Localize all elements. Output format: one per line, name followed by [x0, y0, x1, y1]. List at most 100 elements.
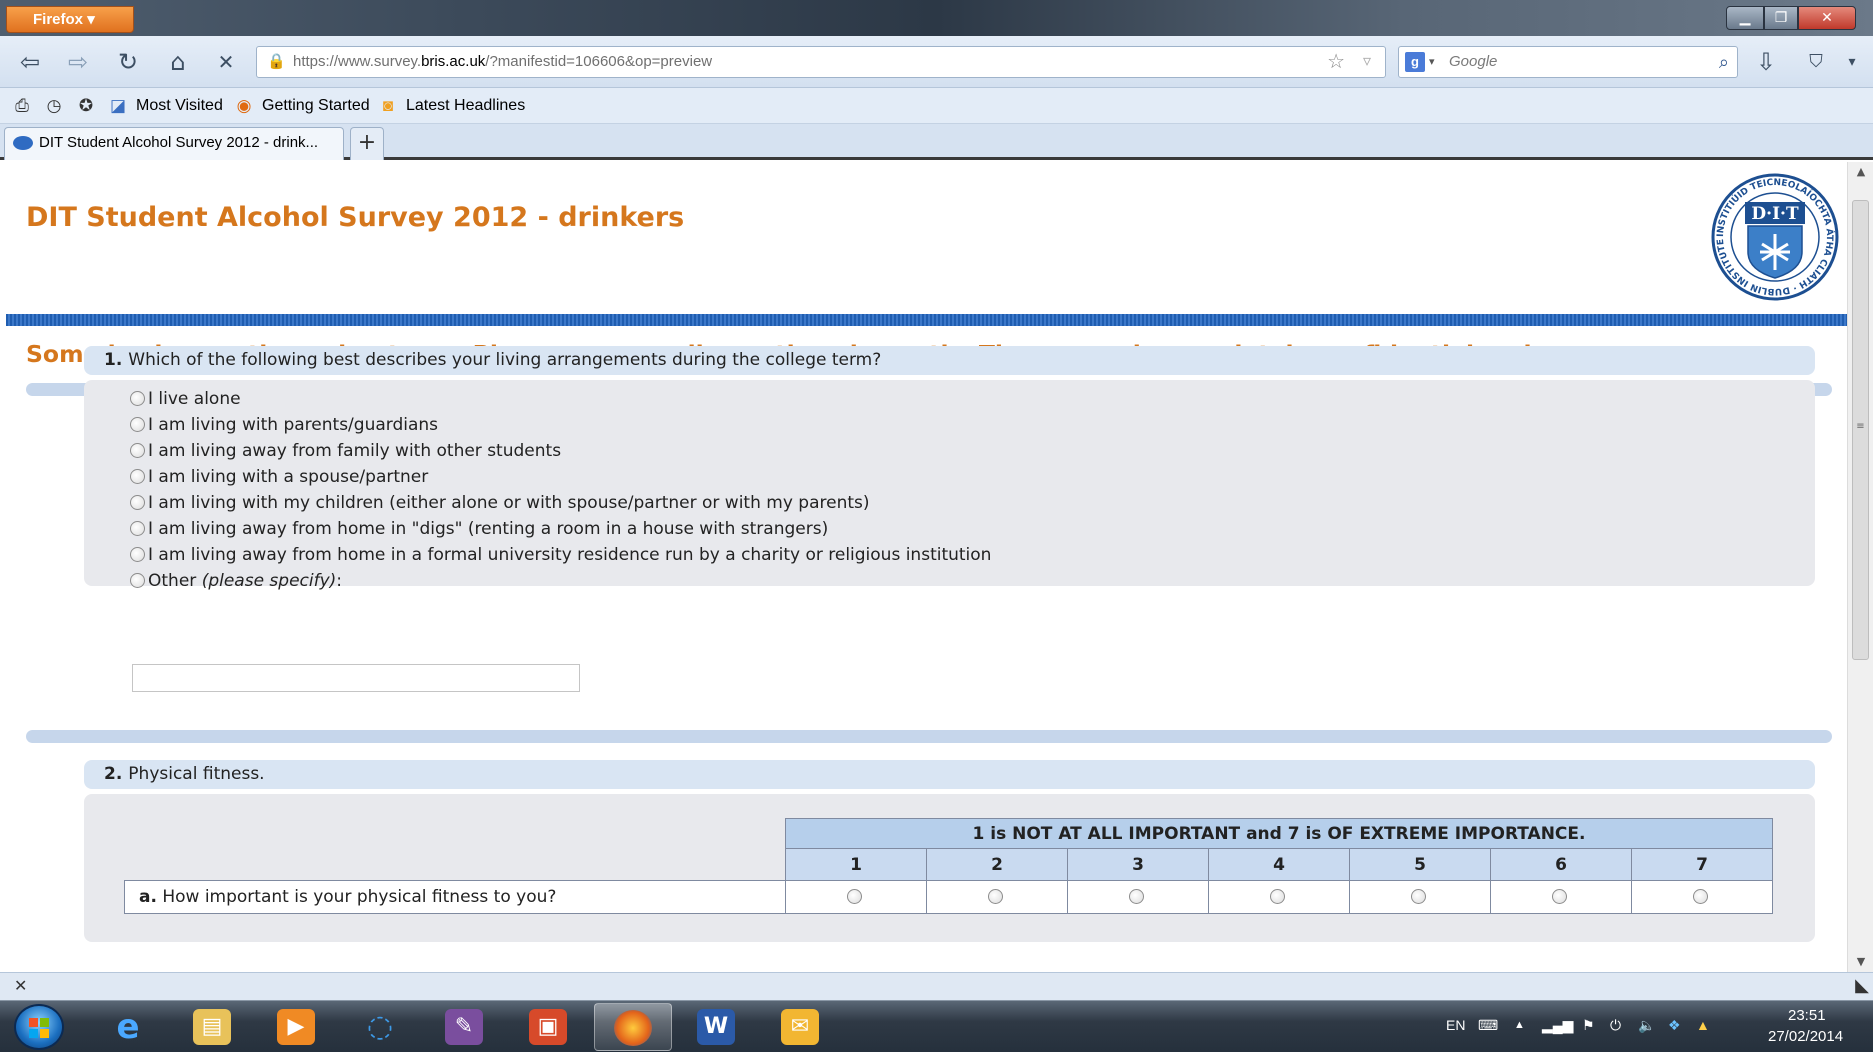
radio-button[interactable] [1552, 889, 1567, 904]
radio-button[interactable] [1129, 889, 1144, 904]
start-button[interactable] [14, 1004, 64, 1050]
question-2-header: 2. Physical fitness. [84, 760, 1815, 789]
radio-button[interactable] [130, 495, 145, 510]
search-magnifier-icon[interactable]: ⌕ [1719, 47, 1729, 77]
show-hidden-icons-icon[interactable]: ▲ [1514, 1019, 1525, 1031]
windows-taskbar: e ▤ ▶ ◌ ✎ ▣ W ✉ EN ⌨ ▲ ▂▄▆ ⚑ ⏻ 🔈 ❖ ▲ 23:… [0, 1000, 1873, 1052]
header-divider [6, 314, 1847, 326]
option-children[interactable]: I am living with my children (either alo… [130, 492, 870, 514]
question-1-number: 1. [104, 350, 123, 370]
matrix-cell-7[interactable] [1631, 880, 1773, 914]
scale-label-5: 5 [1349, 848, 1491, 881]
option-other[interactable]: Other (please specify): [130, 570, 342, 592]
close-icon[interactable]: ✕ [14, 976, 27, 995]
clock-time[interactable]: 23:51 [1788, 1007, 1826, 1024]
radio-button[interactable] [988, 889, 1003, 904]
volume-icon[interactable]: 🔈 [1638, 1017, 1655, 1034]
matrix-cell-2[interactable] [926, 880, 1068, 914]
option-parents[interactable]: I am living with parents/guardians [130, 414, 438, 436]
scroll-up-arrow-icon[interactable]: ▲ [1848, 162, 1873, 182]
firefox-menu-button[interactable]: Firefox ▾ [6, 6, 134, 33]
matrix-cell-1[interactable] [785, 880, 927, 914]
forward-button[interactable]: ⇨ [62, 46, 94, 78]
taskbar-outlook[interactable]: ✉ [762, 1003, 840, 1051]
bookmark-getting-started[interactable]: Getting Started [262, 96, 370, 116]
history-clock-icon[interactable]: ◷ [44, 96, 64, 116]
radio-button[interactable] [130, 469, 145, 484]
close-window-button[interactable]: ✕ [1798, 6, 1856, 30]
search-engine-dropdown-icon[interactable]: ▾ [1429, 47, 1435, 77]
maximize-button[interactable]: ❐ [1764, 6, 1798, 30]
radio-button[interactable] [1270, 889, 1285, 904]
matrix-cell-4[interactable] [1208, 880, 1350, 914]
downloads-button[interactable]: ⇩ [1750, 46, 1782, 78]
radio-button[interactable] [847, 889, 862, 904]
back-button[interactable]: ⇦ [14, 46, 46, 78]
matrix-spacer [125, 849, 786, 881]
bookmark-most-visited[interactable]: Most Visited [136, 96, 223, 116]
signal-bars-icon[interactable]: ▂▄▆ [1542, 1017, 1573, 1034]
taskbar-camtasia[interactable]: ▣ [510, 1003, 588, 1051]
matrix-cell-5[interactable] [1349, 880, 1491, 914]
other-specify-input[interactable] [132, 664, 580, 692]
radio-button[interactable] [130, 573, 145, 588]
bookmark-star-icon[interactable]: ☆ [1327, 47, 1345, 77]
print-icon[interactable]: ⎙ [12, 96, 32, 116]
taskbar-internet-explorer[interactable]: e [90, 1003, 168, 1051]
taskbar-paint[interactable]: ✎ [426, 1003, 504, 1051]
search-bar[interactable]: g ▾ Google ⌕ [1398, 46, 1738, 78]
new-tab-button[interactable]: + [350, 127, 384, 160]
action-center-flag-icon[interactable]: ⚑ [1582, 1017, 1595, 1034]
paint-icon: ✎ [445, 1009, 483, 1045]
stop-button[interactable]: ✕ [210, 46, 242, 78]
radio-button[interactable] [1411, 889, 1426, 904]
importance-matrix: 1 is NOT AT ALL IMPORTANT and 7 is OF EX… [124, 818, 1773, 914]
reload-button[interactable]: ↻ [112, 46, 144, 78]
windows-flag-icon [29, 1018, 49, 1038]
option-live-alone[interactable]: I live alone [130, 388, 241, 410]
power-plug-icon[interactable]: ⏻ [1610, 1017, 1621, 1034]
scroll-thumb[interactable]: ≡ [1852, 200, 1869, 660]
minimize-button[interactable]: ▁ [1726, 6, 1764, 30]
taskbar-sync[interactable]: ◌ [342, 1003, 420, 1051]
tab-survey[interactable]: DIT Student Alcohol Survey 2012 - drink.… [4, 127, 344, 160]
radio-button[interactable] [130, 391, 145, 406]
clock-date[interactable]: 27/02/2014 [1768, 1028, 1843, 1045]
radio-button[interactable] [130, 417, 145, 432]
url-bar[interactable]: 🔒 https://www.survey.bris.ac.uk/?manifes… [256, 46, 1386, 78]
matrix-cell-6[interactable] [1490, 880, 1632, 914]
radio-button[interactable] [1693, 889, 1708, 904]
vertical-scrollbar[interactable]: ▲ ≡ ▼ [1847, 162, 1873, 972]
media-player-icon: ▶ [277, 1009, 315, 1045]
google-g-icon[interactable]: g [1405, 52, 1425, 72]
dropbox-icon[interactable]: ❖ [1668, 1017, 1681, 1034]
resize-grip-icon[interactable]: ◣ [1855, 975, 1869, 996]
language-indicator[interactable]: EN [1446, 1017, 1465, 1033]
radio-button[interactable] [130, 521, 145, 536]
bookmark-latest-headlines[interactable]: Latest Headlines [406, 96, 525, 116]
option-other-students[interactable]: I am living away from family with other … [130, 440, 561, 462]
option-residence[interactable]: I am living away from home in a formal u… [130, 544, 991, 566]
pocket-icon: ⛉ [1809, 51, 1823, 72]
pocket-button[interactable]: ⛉ [1800, 46, 1832, 78]
question-2-number: 2. [104, 764, 123, 784]
radio-button[interactable] [130, 443, 145, 458]
bookmarks-star-icon[interactable]: ✪ [76, 96, 96, 116]
overflow-menu-button[interactable]: ▾ [1836, 46, 1868, 78]
keyboard-icon[interactable]: ⌨ [1478, 1017, 1498, 1034]
option-spouse[interactable]: I am living with a spouse/partner [130, 466, 428, 488]
option-label: I live alone [148, 389, 241, 409]
taskbar-file-explorer[interactable]: ▤ [174, 1003, 252, 1051]
option-digs[interactable]: I am living away from home in "digs" (re… [130, 518, 828, 540]
radio-button[interactable] [130, 547, 145, 562]
home-button[interactable]: ⌂ [162, 46, 194, 78]
taskbar-firefox[interactable] [594, 1003, 672, 1051]
taskbar-media-player[interactable]: ▶ [258, 1003, 336, 1051]
matrix-cell-3[interactable] [1067, 880, 1209, 914]
scroll-down-arrow-icon[interactable]: ▼ [1848, 952, 1873, 972]
reload-icon: ↻ [117, 48, 139, 76]
taskbar-word[interactable]: W [678, 1003, 756, 1051]
scale-label-4: 4 [1208, 848, 1350, 881]
pocket-icon[interactable]: ▿ [1363, 47, 1371, 77]
google-drive-icon[interactable]: ▲ [1696, 1017, 1710, 1033]
